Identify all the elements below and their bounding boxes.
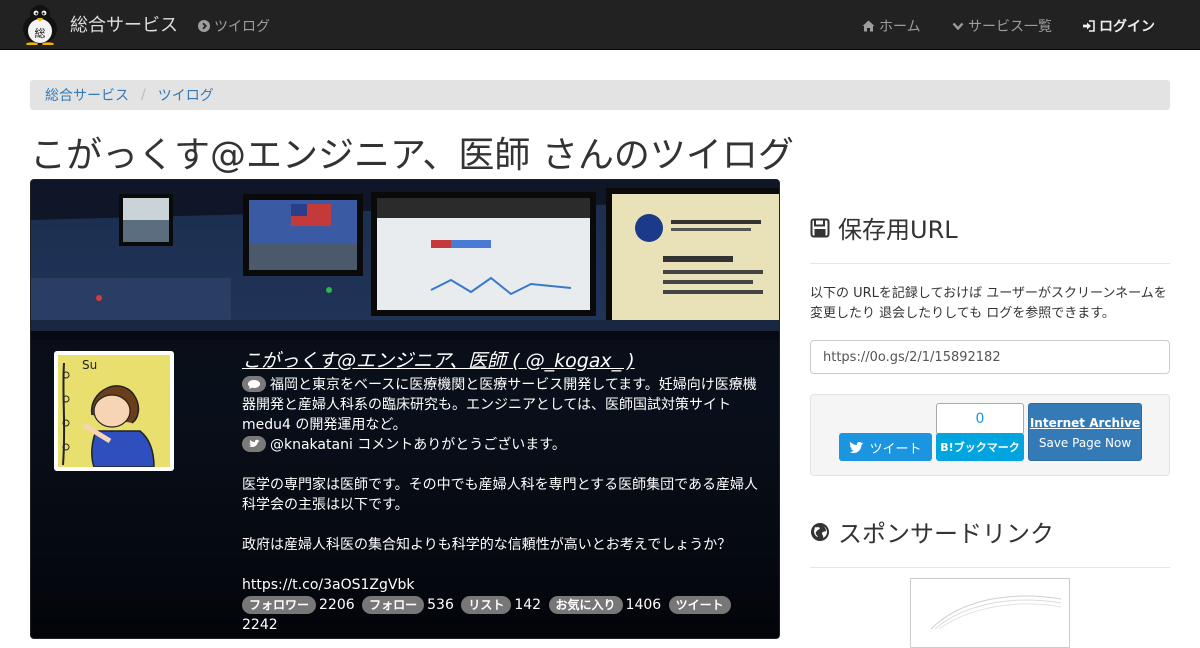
breadcrumb: 総合サービス / ツイログ xyxy=(30,80,1170,110)
latest-reply-text: @knakatani コメントありがとうございます。 xyxy=(270,437,566,453)
home-icon xyxy=(862,20,875,32)
twitter-bird-icon xyxy=(242,436,266,452)
hatena-bookmark-count: 0 xyxy=(936,403,1024,435)
nav-services-link[interactable]: サービス一覧 xyxy=(952,16,1052,36)
stat-favorites-value: 1406 xyxy=(625,597,662,613)
save-url-heading: 保存用URL xyxy=(810,210,1170,245)
sponsor-ad-slot[interactable] xyxy=(910,578,1070,648)
share-buttons-well: ツイート 0 B!ブックマーク Internet Archive Save Pa… xyxy=(810,394,1170,476)
ia-action: Save Page Now xyxy=(1038,436,1132,450)
latest-tweet-line-2: 政府は産婦人科医の集合知よりも科学的な信頼性が高いとお考えでしょうか？ xyxy=(242,537,732,553)
comment-icon xyxy=(242,376,266,392)
sidebar: 保存用URL 以下の URLを記録しておけば ユーザーがスクリーンネームを変更し… xyxy=(810,210,1170,648)
brand-link[interactable]: 総 総合サービス xyxy=(20,3,178,45)
avatar-illustration: Su xyxy=(58,355,170,467)
hatena-bookmark-button[interactable]: B!ブックマーク xyxy=(936,433,1024,461)
stat-tweets-value: 2242 xyxy=(242,617,278,633)
save-url-description: 以下の URLを記録しておけば ユーザーがスクリーンネームを変更したり 退会した… xyxy=(810,286,1167,321)
penguin-logo-icon: 総 xyxy=(23,5,57,45)
profile-body: こがっくす@エンジニア、医師 ( @_kogax_ ) 福岡と東京をベースに医療… xyxy=(242,351,767,635)
sponsor-heading-text: スポンサードリンク xyxy=(838,520,1054,548)
ad-image xyxy=(930,595,1062,630)
tweet-button[interactable]: ツイート xyxy=(839,433,932,461)
brand-name: 総合サービス xyxy=(70,15,178,36)
divider xyxy=(810,567,1170,568)
latest-tweet-line-1: 医学の専門家は医師です。その中でも産婦人科を専門とする医師集団である産婦人科学会… xyxy=(242,477,759,513)
page-title: こがっくす@エンジニア、医師 さんのツイログ xyxy=(30,135,794,176)
nav-home-link[interactable]: ホーム xyxy=(862,16,921,36)
latest-reply: @knakatani コメントありがとうございます。 xyxy=(242,435,767,455)
breadcrumb-item-home[interactable]: 総合サービス xyxy=(45,85,129,105)
internet-archive-button[interactable]: Internet Archive Save Page Now xyxy=(1028,403,1142,461)
nav-login-link[interactable]: ログイン xyxy=(1082,16,1155,36)
svg-text:Su: Su xyxy=(82,358,97,372)
stat-lists-label: リスト xyxy=(461,596,512,614)
profile-name-link[interactable]: こがっくす@エンジニア、医師 ( @_kogax_ ) xyxy=(242,351,767,371)
stat-tweets-label: ツイート xyxy=(668,596,731,614)
twitter-bird-icon xyxy=(850,441,864,453)
nav-login-label: ログイン xyxy=(1099,19,1155,35)
profile-card: Su こがっくす@エンジニア、医師 ( @_kogax_ ) 福岡と東京をベース… xyxy=(30,179,780,639)
stat-favorites-label: お気に入り xyxy=(548,596,623,614)
chevron-down-icon xyxy=(952,22,964,31)
stat-followers-value: 2206 xyxy=(319,597,355,613)
svg-text:総: 総 xyxy=(35,26,46,40)
breadcrumb-item-tweetlog[interactable]: ツイログ xyxy=(158,85,214,105)
nav-tweetlog-label: ツイログ xyxy=(214,19,270,35)
ia-title: Internet Archive xyxy=(1029,416,1141,430)
globe-icon xyxy=(811,522,829,541)
divider xyxy=(810,263,1170,264)
tweet-button-label: ツイート xyxy=(869,441,922,457)
breadcrumb-separator: / xyxy=(141,87,146,103)
chevron-circle-right-icon xyxy=(198,20,210,32)
save-url-field[interactable] xyxy=(810,340,1170,374)
profile-stats: フォロワー 2206 フォロー 536 リスト 142 お気に入り 1406 ツイート 2… xyxy=(242,595,767,635)
latest-tweet-link[interactable]: https://t.co/3aOS1ZgVbk xyxy=(242,575,767,595)
floppy-disk-icon xyxy=(810,218,830,237)
save-url-heading-text: 保存用URL xyxy=(838,216,958,244)
nav-tweetlog-link[interactable]: ツイログ xyxy=(198,16,270,36)
stat-lists-value: 142 xyxy=(514,597,542,613)
stat-followers-label: フォロワー xyxy=(242,596,317,614)
profile-bio: 福岡と東京をベースに医療機関と医療サービス開発してます。妊婦向け医療機器開発と産… xyxy=(242,375,767,435)
nav-services-label: サービス一覧 xyxy=(968,19,1052,35)
profile-bio-text: 福岡と東京をベースに医療機関と医療サービス開発してます。妊婦向け医療機器開発と産… xyxy=(242,377,757,433)
sponsor-heading: スポンサードリンク xyxy=(810,514,1170,549)
sign-in-icon xyxy=(1083,20,1095,32)
nav-home-label: ホーム xyxy=(879,19,921,35)
stat-following-value: 536 xyxy=(427,597,454,613)
stat-following-label: フォロー xyxy=(362,596,425,614)
avatar: Su xyxy=(54,351,174,471)
top-navbar: 総 総合サービス ツイログ ホーム サービス一覧 ログイン xyxy=(0,0,1200,50)
